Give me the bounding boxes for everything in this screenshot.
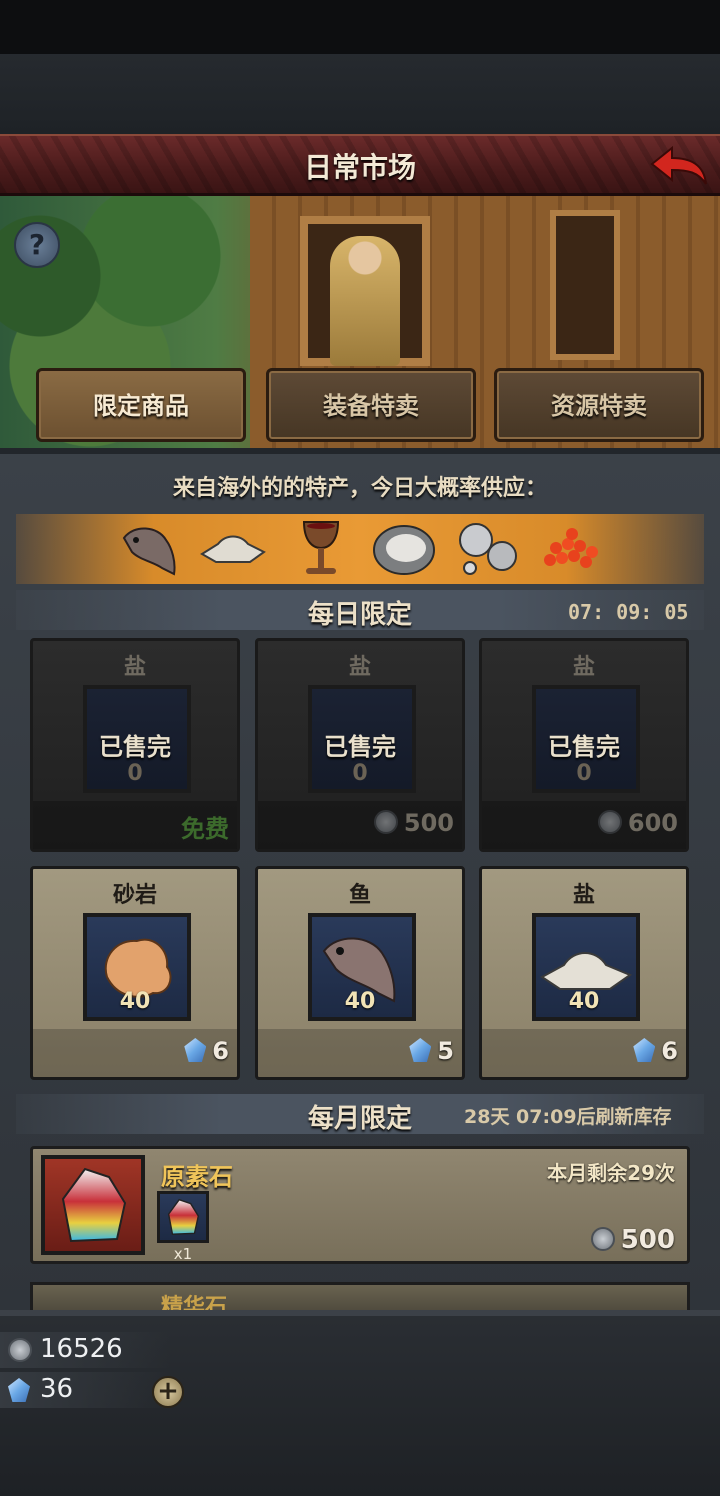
- silver-row: 16526: [0, 1332, 170, 1368]
- item-name: 精华石: [161, 1295, 228, 1312]
- item-qty: 0: [352, 761, 368, 786]
- page-title: 日常市场: [303, 151, 416, 184]
- sold-out-label: 已售完: [99, 733, 171, 761]
- reward-qty: x1: [173, 1245, 193, 1263]
- silver-coin-icon: [373, 810, 398, 834]
- monthly-item-essence-stone[interactable]: 精华石: [30, 1282, 690, 1312]
- crystal-icon: [8, 1378, 30, 1402]
- tab-equipment-sale[interactable]: 装备特卖: [266, 368, 476, 442]
- merchant-figure: [330, 236, 400, 366]
- item-name: 盐: [348, 655, 371, 680]
- item-name: 砂岩: [112, 883, 157, 908]
- add-crystal-button[interactable]: +: [152, 1376, 184, 1408]
- item-price-wrap: 6: [633, 1037, 678, 1065]
- daily-timer: 07: 09: 05: [568, 600, 689, 624]
- item-slot: [41, 1155, 145, 1255]
- roe-icon: [544, 528, 598, 568]
- item-name: 原素石: [161, 1163, 233, 1191]
- item-price-wrap: 600: [597, 809, 678, 837]
- daily-item-sold-2[interactable]: 盐 已售完 0 500: [255, 638, 465, 852]
- daily-item-sandstone[interactable]: 砂岩 40 6: [30, 866, 240, 1080]
- remaining-count: 本月剩余29次: [547, 1161, 675, 1185]
- silver-amount: 16526: [40, 1334, 123, 1364]
- crystal-amount: 36: [40, 1374, 74, 1404]
- silver-coin-icon: [8, 1338, 32, 1362]
- app-frame: 日常市场 ? 限定商品 装备特卖 资源特卖 来自海外的的特产，今日大概率供应：: [0, 0, 720, 1496]
- monthly-item-element-stone[interactable]: 原素石 本月剩余29次 x1 500: [30, 1146, 690, 1264]
- reward-slot: [157, 1191, 209, 1243]
- element-stone-icon: [61, 1167, 127, 1243]
- crystal-row: 36: [0, 1372, 170, 1408]
- crystal-icon: [633, 1038, 656, 1062]
- item-qty: 0: [576, 761, 592, 786]
- salt-icon: [200, 535, 266, 563]
- oyster-icon: [373, 525, 435, 575]
- back-arrow-icon: [650, 145, 707, 185]
- daily-item-sold-1[interactable]: 盐 已售完 0 免费: [30, 638, 240, 852]
- item-price-wrap: 6: [184, 1037, 229, 1065]
- item-qty: 40: [344, 989, 376, 1014]
- item-name: 盐: [572, 883, 595, 908]
- item-price: 6: [661, 1037, 678, 1065]
- item-name: 鱼: [348, 883, 371, 908]
- item-qty: 40: [119, 989, 151, 1014]
- item-qty: 40: [568, 989, 600, 1014]
- tab-resource-sale[interactable]: 资源特卖: [494, 368, 704, 442]
- item-price-wrap: 500: [590, 1225, 675, 1255]
- status-bar: [0, 0, 720, 54]
- daily-item-fish[interactable]: 鱼 40 5: [255, 866, 465, 1080]
- goblet-icon: [302, 521, 340, 574]
- item-price: 免费: [181, 815, 229, 843]
- item-price-wrap: 500: [373, 809, 454, 837]
- tab-limited-goods[interactable]: 限定商品: [36, 368, 246, 442]
- crystal-icon: [409, 1038, 432, 1062]
- sold-out-label: 已售完: [324, 733, 396, 761]
- back-button[interactable]: [648, 144, 708, 190]
- banner-door: [550, 210, 620, 360]
- item-price: 5: [437, 1037, 454, 1065]
- item-price-wrap: 5: [409, 1037, 454, 1065]
- item-name: 盐: [123, 655, 146, 680]
- crystal-icon: [184, 1038, 207, 1062]
- item-qty: 0: [127, 761, 143, 786]
- item-price: 600: [627, 809, 678, 837]
- fish-icon: [122, 527, 176, 576]
- silver-coin-icon: [597, 810, 622, 834]
- item-name: 盐: [572, 655, 595, 680]
- daily-item-sold-3[interactable]: 盐 已售完 0 600: [479, 638, 689, 852]
- item-price: 6: [212, 1037, 229, 1065]
- monthly-refresh: 28天 07:09后刷新库存: [464, 1106, 672, 1128]
- top-spacer: [0, 54, 720, 134]
- sold-out-label: 已售完: [548, 733, 620, 761]
- title-bar: 日常市场: [0, 134, 720, 196]
- element-stone-icon: [167, 1198, 200, 1235]
- supply-caption: 来自海外的的特产，今日大概率供应：: [172, 476, 547, 501]
- pearls-icon: [459, 523, 517, 575]
- help-button[interactable]: ?: [14, 222, 60, 268]
- silver-coin-icon: [590, 1227, 615, 1251]
- daily-item-salt[interactable]: 盐 40 6: [479, 866, 689, 1080]
- item-price: 500: [620, 1225, 675, 1255]
- item-price: 500: [403, 809, 454, 837]
